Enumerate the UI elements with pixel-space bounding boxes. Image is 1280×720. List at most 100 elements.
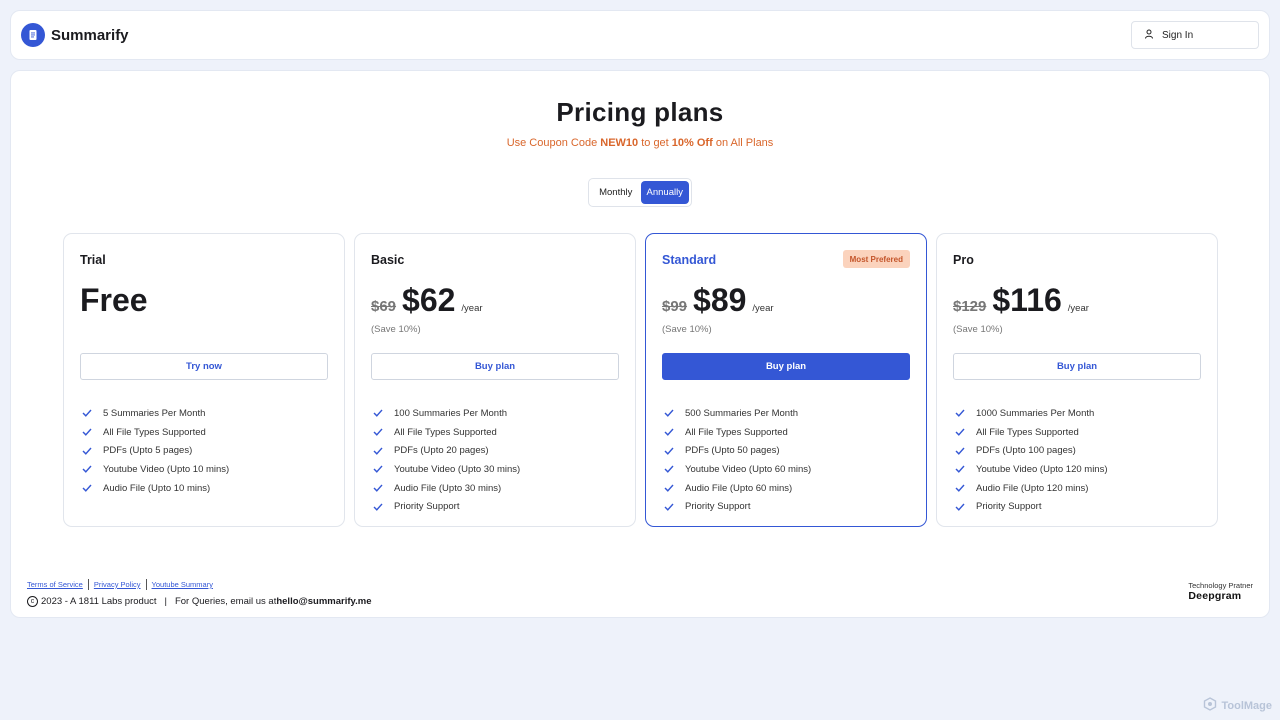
feature-item: PDFs (Upto 50 pages) — [664, 441, 811, 460]
feature-text: 5 Summaries Per Month — [103, 407, 206, 419]
try-now-button[interactable]: Try now — [80, 353, 328, 380]
check-icon — [82, 447, 92, 455]
feature-item: Priority Support — [664, 497, 811, 516]
check-icon — [82, 484, 92, 492]
feature-text: Priority Support — [976, 501, 1042, 513]
terms-link[interactable]: Terms of Service — [27, 580, 83, 589]
price-row: $129 $116 /year — [953, 282, 1089, 319]
coupon-discount: 10% Off — [671, 137, 713, 149]
buy-plan-button[interactable]: Buy plan — [371, 353, 619, 380]
feature-list: 5 Summaries Per Month All File Types Sup… — [82, 404, 229, 497]
feature-text: 500 Summaries Per Month — [685, 407, 798, 419]
check-icon — [955, 484, 965, 492]
feature-text: All File Types Supported — [976, 426, 1079, 438]
feature-item: Priority Support — [373, 497, 520, 516]
check-icon — [82, 465, 92, 474]
monthly-toggle[interactable]: Monthly — [591, 181, 641, 204]
feature-text: All File Types Supported — [685, 426, 788, 438]
copyright-icon: c — [27, 596, 38, 607]
feature-item: PDFs (Upto 5 pages) — [82, 441, 229, 460]
check-icon — [955, 428, 965, 436]
feature-text: PDFs (Upto 20 pages) — [394, 445, 489, 457]
brand[interactable]: Summarify — [21, 23, 129, 47]
feature-text: Youtube Video (Upto 30 mins) — [394, 463, 521, 475]
check-icon — [955, 503, 965, 511]
contact-email[interactable]: hello@summarify.me — [276, 596, 371, 607]
copyright-text: 2023 - A 1811 Labs product — [41, 596, 157, 607]
plan-card-basic: Basic $69 $62 /year (Save 10%) Buy plan … — [354, 233, 636, 527]
page-title: Pricing plans — [556, 97, 724, 127]
feature-text: PDFs (Upto 5 pages) — [103, 445, 193, 457]
deepgram-logo[interactable]: Deepgram — [1188, 590, 1253, 602]
feature-text: 1000 Summaries Per Month — [976, 407, 1095, 419]
feature-text: 100 Summaries Per Month — [394, 407, 507, 419]
save-note: (Save 10%) — [371, 324, 421, 335]
feature-item: 5 Summaries Per Month — [82, 404, 229, 423]
coupon-prefix: Use Coupon Code — [506, 137, 601, 149]
sign-in-button[interactable]: Sign In — [1131, 21, 1259, 49]
feature-item: PDFs (Upto 20 pages) — [373, 441, 520, 460]
most-preferred-badge: Most Prefered — [842, 250, 910, 268]
privacy-link[interactable]: Privacy Policy — [94, 580, 141, 589]
pricing-panel: Pricing plans Use Coupon Code NEW10 to g… — [10, 70, 1270, 618]
watermark: ToolMage — [1203, 697, 1272, 714]
plan-name: Trial — [80, 253, 106, 267]
feature-item: All File Types Supported — [82, 423, 229, 442]
plan-price: $116 — [992, 282, 1062, 318]
feature-text: All File Types Supported — [103, 426, 206, 438]
feature-text: PDFs (Upto 100 pages) — [976, 445, 1076, 457]
feature-item: Audio File (Upto 120 mins) — [955, 479, 1108, 498]
plan-name: Standard — [662, 253, 717, 267]
feature-item: Youtube Video (Upto 120 mins) — [955, 460, 1108, 479]
top-header: Summarify Sign In — [10, 10, 1270, 60]
check-icon — [955, 447, 965, 455]
feature-item: All File Types Supported — [664, 423, 811, 442]
feature-text: All File Types Supported — [394, 426, 497, 438]
check-icon — [664, 465, 674, 474]
plan-price: Free — [80, 282, 148, 318]
coupon-banner: Use Coupon Code NEW10 to get 10% Off on … — [11, 137, 1269, 149]
user-icon — [1144, 29, 1154, 42]
watermark-text: ToolMage — [1221, 699, 1272, 712]
divider — [145, 579, 147, 590]
feature-item: 1000 Summaries Per Month — [955, 404, 1108, 423]
youtube-summary-link[interactable]: Youtube Summary — [152, 580, 213, 589]
copyright: c 2023 - A 1811 Labs product | For Queri… — [27, 596, 372, 607]
feature-text: Priority Support — [685, 501, 751, 513]
watermark-icon — [1203, 697, 1217, 714]
queries-text: For Queries, email us at — [174, 596, 277, 607]
feature-text: Audio File (Upto 10 mins) — [103, 482, 211, 494]
feature-item: All File Types Supported — [373, 423, 520, 442]
check-icon — [664, 484, 674, 492]
plan-name: Pro — [953, 253, 974, 267]
old-price: $99 — [662, 298, 688, 315]
feature-item: All File Types Supported — [955, 423, 1108, 442]
feature-item: Audio File (Upto 10 mins) — [82, 479, 229, 498]
price-period: /year — [1067, 303, 1089, 314]
feature-item: 100 Summaries Per Month — [373, 404, 520, 423]
price-row: Free — [80, 282, 148, 319]
buy-plan-button[interactable]: Buy plan — [662, 353, 910, 380]
check-icon — [373, 447, 383, 455]
feature-text: Audio File (Upto 30 mins) — [394, 482, 502, 494]
plan-price: $62 — [402, 282, 456, 318]
save-note: (Save 10%) — [953, 324, 1003, 335]
coupon-suffix: on All Plans — [712, 137, 774, 149]
feature-text: Audio File (Upto 60 mins) — [685, 482, 793, 494]
feature-item: Audio File (Upto 60 mins) — [664, 479, 811, 498]
tech-label: Technology Pratner — [1188, 581, 1253, 590]
old-price: $129 — [953, 298, 987, 315]
check-icon — [373, 503, 383, 511]
check-icon — [664, 428, 674, 436]
divider: | — [164, 596, 167, 607]
price-row: $99 $89 /year — [662, 282, 774, 319]
coupon-code: NEW10 — [600, 137, 639, 149]
feature-text: Youtube Video (Upto 10 mins) — [103, 463, 230, 475]
coupon-mid: to get — [638, 137, 672, 149]
buy-plan-button[interactable]: Buy plan — [953, 353, 1201, 380]
plan-price: $89 — [693, 282, 747, 318]
check-icon — [955, 409, 965, 418]
check-icon — [373, 484, 383, 492]
check-icon — [373, 465, 383, 474]
annually-toggle[interactable]: Annually — [640, 181, 689, 204]
